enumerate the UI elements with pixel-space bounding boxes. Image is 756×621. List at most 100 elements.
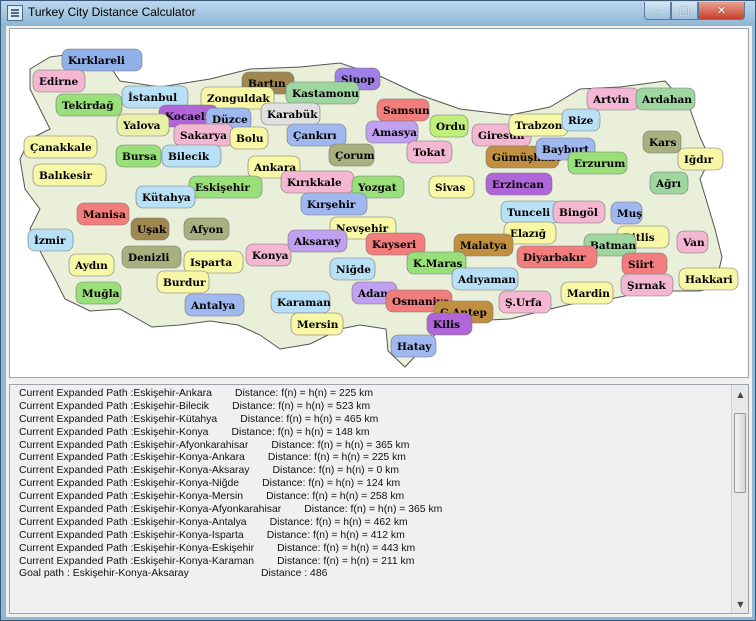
city-label: Adıyaman bbox=[457, 274, 516, 286]
city-region[interactable]: Niğde bbox=[329, 257, 376, 281]
city-region[interactable]: Muğla bbox=[75, 281, 122, 305]
city-region[interactable]: Kastamonu bbox=[285, 81, 360, 105]
minimize-icon: – bbox=[654, 4, 661, 17]
city-label: Edirne bbox=[39, 76, 78, 88]
city-region[interactable]: Bilecik bbox=[161, 144, 222, 168]
path-log-textbox[interactable]: Current Expanded Path :Eskişehir-Ankara … bbox=[9, 384, 749, 614]
log-scrollbar[interactable]: ▲ ▼ bbox=[731, 385, 748, 613]
city-region[interactable]: Ş.Urfa bbox=[498, 290, 552, 314]
city-region[interactable]: Tunceli bbox=[500, 200, 561, 224]
scroll-thumb[interactable] bbox=[734, 413, 746, 493]
city-region[interactable]: Malatya bbox=[453, 233, 514, 257]
city-region[interactable]: Diyarbakır bbox=[516, 245, 598, 269]
city-region[interactable]: Mardin bbox=[560, 281, 614, 305]
city-label: Manisa bbox=[83, 209, 126, 221]
app-icon[interactable] bbox=[7, 5, 23, 21]
city-region[interactable]: Aydın bbox=[68, 253, 115, 277]
maximize-icon: □ bbox=[679, 4, 690, 17]
city-region[interactable]: Mersin bbox=[290, 312, 344, 336]
city-label: Balıkesir bbox=[39, 170, 93, 182]
log-line: Current Expanded Path :Eskişehir-Konya-M… bbox=[19, 491, 405, 503]
city-label: İzmir bbox=[34, 233, 66, 247]
city-region[interactable]: Ağrı bbox=[649, 171, 689, 195]
city-region[interactable]: Van bbox=[676, 230, 709, 254]
city-region[interactable]: Sakarya bbox=[173, 123, 234, 147]
city-region[interactable]: Amasya bbox=[365, 120, 419, 144]
city-region[interactable]: Yalova bbox=[116, 113, 170, 137]
city-region[interactable]: Artvin bbox=[586, 87, 640, 111]
city-region[interactable]: Sivas bbox=[428, 175, 475, 199]
city-region[interactable]: Uşak bbox=[130, 217, 170, 241]
city-region[interactable]: Balıkesir bbox=[32, 163, 107, 187]
city-label: Kilis bbox=[433, 319, 460, 331]
city-region[interactable]: Tekirdağ bbox=[55, 93, 123, 117]
city-region[interactable]: Hakkari bbox=[678, 267, 739, 291]
turkey-map-panel[interactable]: Kırklareli Edirne İstanbul Tekirdağ Bartın Si… bbox=[9, 28, 749, 378]
scroll-down-arrow-icon[interactable]: ▼ bbox=[733, 596, 748, 612]
maximize-button[interactable]: □ bbox=[671, 2, 698, 20]
minimize-button[interactable]: – bbox=[644, 2, 671, 20]
city-region[interactable]: Manisa bbox=[76, 202, 130, 226]
city-label: Erzincan bbox=[492, 179, 544, 191]
city-region[interactable]: Bursa bbox=[115, 144, 162, 168]
city-region[interactable]: Çanakkale bbox=[23, 135, 98, 159]
log-line: Current Expanded Path :Eskişehir-Bilecik… bbox=[19, 400, 371, 412]
log-line: Goal path : Eskişehir-Konya-Aksaray Dist… bbox=[19, 568, 328, 580]
turkey-map[interactable]: KırklareliEdirneİstanbulTekirdağBartın Si… bbox=[10, 29, 749, 378]
city-region[interactable]: Burdur bbox=[156, 270, 210, 294]
scroll-up-arrow-icon[interactable]: ▲ bbox=[733, 386, 748, 402]
city-region[interactable]: Denizli bbox=[121, 245, 182, 269]
city-label: Kırşehir bbox=[307, 199, 356, 211]
title-bar[interactable]: Turkey City Distance Calculator – □ ✕ bbox=[1, 1, 755, 25]
city-label: Eskişehir bbox=[195, 182, 250, 194]
city-region[interactable]: Tokat bbox=[406, 140, 453, 164]
city-region[interactable]: Şırnak bbox=[620, 273, 674, 297]
city-region[interactable]: Samsun bbox=[376, 98, 430, 122]
city-region[interactable]: Kırklareli bbox=[61, 48, 143, 72]
city-region[interactable]: Ardahan bbox=[635, 87, 696, 111]
city-region[interactable]: Bolu bbox=[229, 126, 269, 150]
city-region[interactable]: Kilis bbox=[426, 312, 473, 336]
city-region[interactable]: Çankırı bbox=[286, 123, 347, 147]
log-line: Current Expanded Path :Eskişehir-Konya-A… bbox=[19, 516, 408, 528]
city-label: Elazığ bbox=[510, 228, 547, 240]
city-region[interactable]: Kars bbox=[642, 130, 682, 154]
city-region[interactable]: Eskişehir bbox=[188, 175, 263, 199]
city-region[interactable]: Trabzon bbox=[508, 113, 569, 137]
city-region[interactable]: Isparta bbox=[183, 250, 244, 274]
city-label: Şırnak bbox=[627, 280, 667, 292]
city-region[interactable]: Adıyaman bbox=[451, 267, 519, 291]
city-label: Sivas bbox=[435, 182, 465, 194]
city-label: Isparta bbox=[190, 257, 232, 269]
city-label: Kocaeli bbox=[165, 111, 209, 123]
city-label: Muğla bbox=[82, 288, 120, 300]
city-region[interactable]: Hatay bbox=[390, 334, 437, 358]
city-label: Mardin bbox=[567, 288, 610, 300]
city-region[interactable]: Erzincan bbox=[485, 172, 553, 196]
city-region[interactable]: Karaman bbox=[270, 290, 331, 314]
city-region[interactable]: Kırıkkale bbox=[280, 170, 355, 194]
city-region[interactable]: Ordu bbox=[429, 114, 469, 138]
city-region[interactable]: Siirt bbox=[621, 252, 668, 276]
close-button[interactable]: ✕ bbox=[698, 2, 745, 20]
city-label: Bolu bbox=[236, 133, 264, 145]
city-region[interactable]: Kırşehir bbox=[300, 192, 368, 216]
city-region[interactable]: Aksaray bbox=[287, 229, 348, 253]
city-label: Kırklareli bbox=[68, 55, 125, 67]
city-region[interactable]: Erzurum bbox=[567, 151, 628, 175]
city-region[interactable]: Afyon bbox=[183, 217, 230, 241]
city-label: Çanakkale bbox=[30, 142, 92, 154]
city-label: Tunceli bbox=[507, 207, 550, 219]
city-region[interactable]: Bingöl bbox=[552, 200, 606, 224]
city-region[interactable]: Karabük bbox=[260, 102, 321, 126]
city-region[interactable]: Iğdır bbox=[677, 147, 724, 171]
city-region[interactable]: Antalya bbox=[184, 293, 245, 317]
city-region[interactable]: Rize bbox=[561, 108, 601, 132]
city-region[interactable]: Muş bbox=[610, 201, 643, 225]
city-region[interactable]: Kütahya bbox=[135, 185, 196, 209]
city-region[interactable]: Edirne bbox=[32, 69, 86, 93]
city-region[interactable]: Konya bbox=[245, 243, 292, 267]
city-region[interactable]: İzmir bbox=[27, 228, 74, 252]
city-region[interactable]: Çorum bbox=[328, 143, 375, 167]
city-label: Yalova bbox=[122, 120, 161, 132]
